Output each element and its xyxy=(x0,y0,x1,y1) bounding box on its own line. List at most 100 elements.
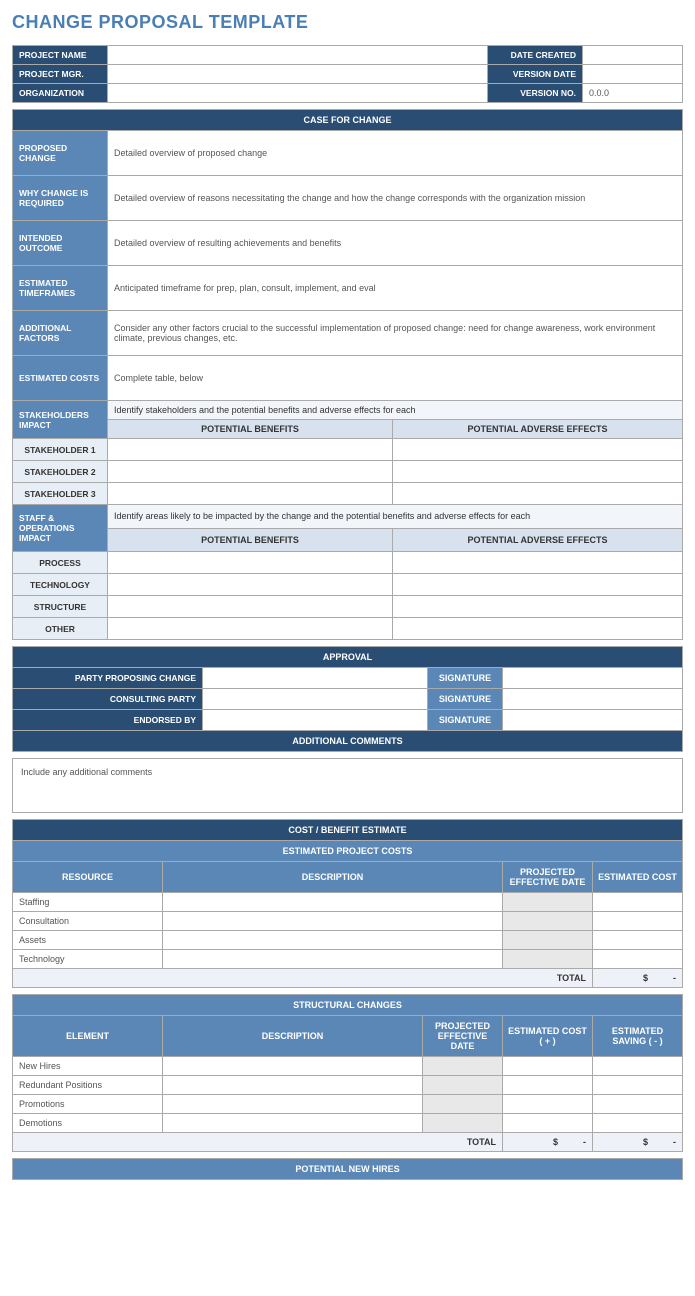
costs-value[interactable]: Complete table, below xyxy=(108,356,683,401)
signature-2[interactable] xyxy=(503,689,683,710)
stakeholder1-benefits[interactable] xyxy=(108,439,393,461)
promotions-saving[interactable] xyxy=(593,1095,683,1114)
approval-header: APPROVAL xyxy=(13,647,683,668)
process-benefits[interactable] xyxy=(108,552,393,574)
new-hires-label: New Hires xyxy=(13,1057,163,1076)
stakeholder2-benefits[interactable] xyxy=(108,461,393,483)
structural-changes-header: STRUCTURAL CHANGES xyxy=(13,995,683,1016)
staffing-cost[interactable] xyxy=(593,893,683,912)
proposed-change-value[interactable]: Detailed overview of proposed change xyxy=(108,131,683,176)
assets-desc[interactable] xyxy=(163,931,503,950)
page-title: CHANGE PROPOSAL TEMPLATE xyxy=(12,12,683,33)
date-created-label: DATE CREATED xyxy=(488,46,583,65)
other-benefits[interactable] xyxy=(108,618,393,640)
promotions-date[interactable] xyxy=(423,1095,503,1114)
technology-cost-desc[interactable] xyxy=(163,950,503,969)
other-adverse[interactable] xyxy=(393,618,683,640)
new-hires-date[interactable] xyxy=(423,1057,503,1076)
party-proposing-label: PARTY PROPOSING CHANGE xyxy=(13,668,203,689)
technology-adverse[interactable] xyxy=(393,574,683,596)
staffing-desc[interactable] xyxy=(163,893,503,912)
structure-benefits[interactable] xyxy=(108,596,393,618)
organization-value[interactable] xyxy=(108,84,488,103)
endorsed-label: ENDORSED BY xyxy=(13,710,203,731)
additional-comments-header: ADDITIONAL COMMENTS xyxy=(13,731,683,752)
organization-label: ORGANIZATION xyxy=(13,84,108,103)
party-proposing-value[interactable] xyxy=(203,668,428,689)
staffing-date[interactable] xyxy=(503,893,593,912)
signature-label-3: SIGNATURE xyxy=(428,710,503,731)
project-name-value[interactable] xyxy=(108,46,488,65)
stakeholder3-benefits[interactable] xyxy=(108,483,393,505)
promotions-cost[interactable] xyxy=(503,1095,593,1114)
new-hires-cost[interactable] xyxy=(503,1057,593,1076)
project-mgr-value[interactable] xyxy=(108,65,488,84)
timeframes-value[interactable]: Anticipated timeframe for prep, plan, co… xyxy=(108,266,683,311)
stakeholder2-adverse[interactable] xyxy=(393,461,683,483)
technology-cost-label: Technology xyxy=(13,950,163,969)
consultation-cost[interactable] xyxy=(593,912,683,931)
estimated-cost-header: ESTIMATED COST xyxy=(593,862,683,893)
factors-label: ADDITIONAL FACTORS xyxy=(13,311,108,356)
technology-cost-value[interactable] xyxy=(593,950,683,969)
structural-changes-table: STRUCTURAL CHANGES ELEMENT DESCRIPTION P… xyxy=(12,994,683,1152)
why-required-value[interactable]: Detailed overview of reasons necessitati… xyxy=(108,176,683,221)
assets-date[interactable] xyxy=(503,931,593,950)
version-no-label: VERSION NO. xyxy=(488,84,583,103)
version-date-value[interactable] xyxy=(583,65,683,84)
consultation-date[interactable] xyxy=(503,912,593,931)
outcome-value[interactable]: Detailed overview of resulting achieveme… xyxy=(108,221,683,266)
signature-1[interactable] xyxy=(503,668,683,689)
factors-value[interactable]: Consider any other factors crucial to th… xyxy=(108,311,683,356)
redundant-desc[interactable] xyxy=(163,1076,423,1095)
new-hires-saving[interactable] xyxy=(593,1057,683,1076)
project-mgr-label: PROJECT MGR. xyxy=(13,65,108,84)
demotions-desc[interactable] xyxy=(163,1114,423,1133)
est-saving-minus-header: ESTIMATED SAVING ( - ) xyxy=(593,1016,683,1057)
est-cost-plus-header: ESTIMATED COST ( + ) xyxy=(503,1016,593,1057)
staffing-label: Staffing xyxy=(13,893,163,912)
structure-adverse[interactable] xyxy=(393,596,683,618)
assets-cost[interactable] xyxy=(593,931,683,950)
additional-comments-box[interactable]: Include any additional comments xyxy=(12,758,683,813)
cost-benefit-header: COST / BENEFIT ESTIMATE xyxy=(13,820,683,841)
redundant-saving[interactable] xyxy=(593,1076,683,1095)
signature-label-1: SIGNATURE xyxy=(428,668,503,689)
stakeholder2-label: STAKEHOLDER 2 xyxy=(13,461,108,483)
project-name-label: PROJECT NAME xyxy=(13,46,108,65)
process-adverse[interactable] xyxy=(393,552,683,574)
demotions-label: Demotions xyxy=(13,1114,163,1133)
consulting-value[interactable] xyxy=(203,689,428,710)
technology-benefits[interactable] xyxy=(108,574,393,596)
new-hires-desc[interactable] xyxy=(163,1057,423,1076)
project-total-label: TOTAL xyxy=(13,969,593,988)
signature-3[interactable] xyxy=(503,710,683,731)
stakeholder1-adverse[interactable] xyxy=(393,439,683,461)
promotions-desc[interactable] xyxy=(163,1095,423,1114)
approval-table: APPROVAL PARTY PROPOSING CHANGE SIGNATUR… xyxy=(12,646,683,752)
redundant-label: Redundant Positions xyxy=(13,1076,163,1095)
structural-total-cost: $ - xyxy=(503,1133,593,1152)
redundant-cost[interactable] xyxy=(503,1076,593,1095)
structure-label: STRUCTURE xyxy=(13,596,108,618)
other-label: OTHER xyxy=(13,618,108,640)
consultation-desc[interactable] xyxy=(163,912,503,931)
outcome-label: INTENDED OUTCOME xyxy=(13,221,108,266)
proposed-change-label: PROPOSED CHANGE xyxy=(13,131,108,176)
endorsed-value[interactable] xyxy=(203,710,428,731)
resource-header: RESOURCE xyxy=(13,862,163,893)
date-created-value[interactable] xyxy=(583,46,683,65)
element-header: ELEMENT xyxy=(13,1016,163,1057)
signature-label-2: SIGNATURE xyxy=(428,689,503,710)
demotions-saving[interactable] xyxy=(593,1114,683,1133)
demotions-date[interactable] xyxy=(423,1114,503,1133)
technology-cost-date[interactable] xyxy=(503,950,593,969)
projected-date-header-2: PROJECTED EFFECTIVE DATE xyxy=(423,1016,503,1057)
redundant-date[interactable] xyxy=(423,1076,503,1095)
demotions-cost[interactable] xyxy=(503,1114,593,1133)
stakeholder3-label: STAKEHOLDER 3 xyxy=(13,483,108,505)
project-total-value: $ - xyxy=(593,969,683,988)
staff-ops-desc: Identify areas likely to be impacted by … xyxy=(108,505,683,529)
version-no-value[interactable]: 0.0.0 xyxy=(583,84,683,103)
stakeholder3-adverse[interactable] xyxy=(393,483,683,505)
